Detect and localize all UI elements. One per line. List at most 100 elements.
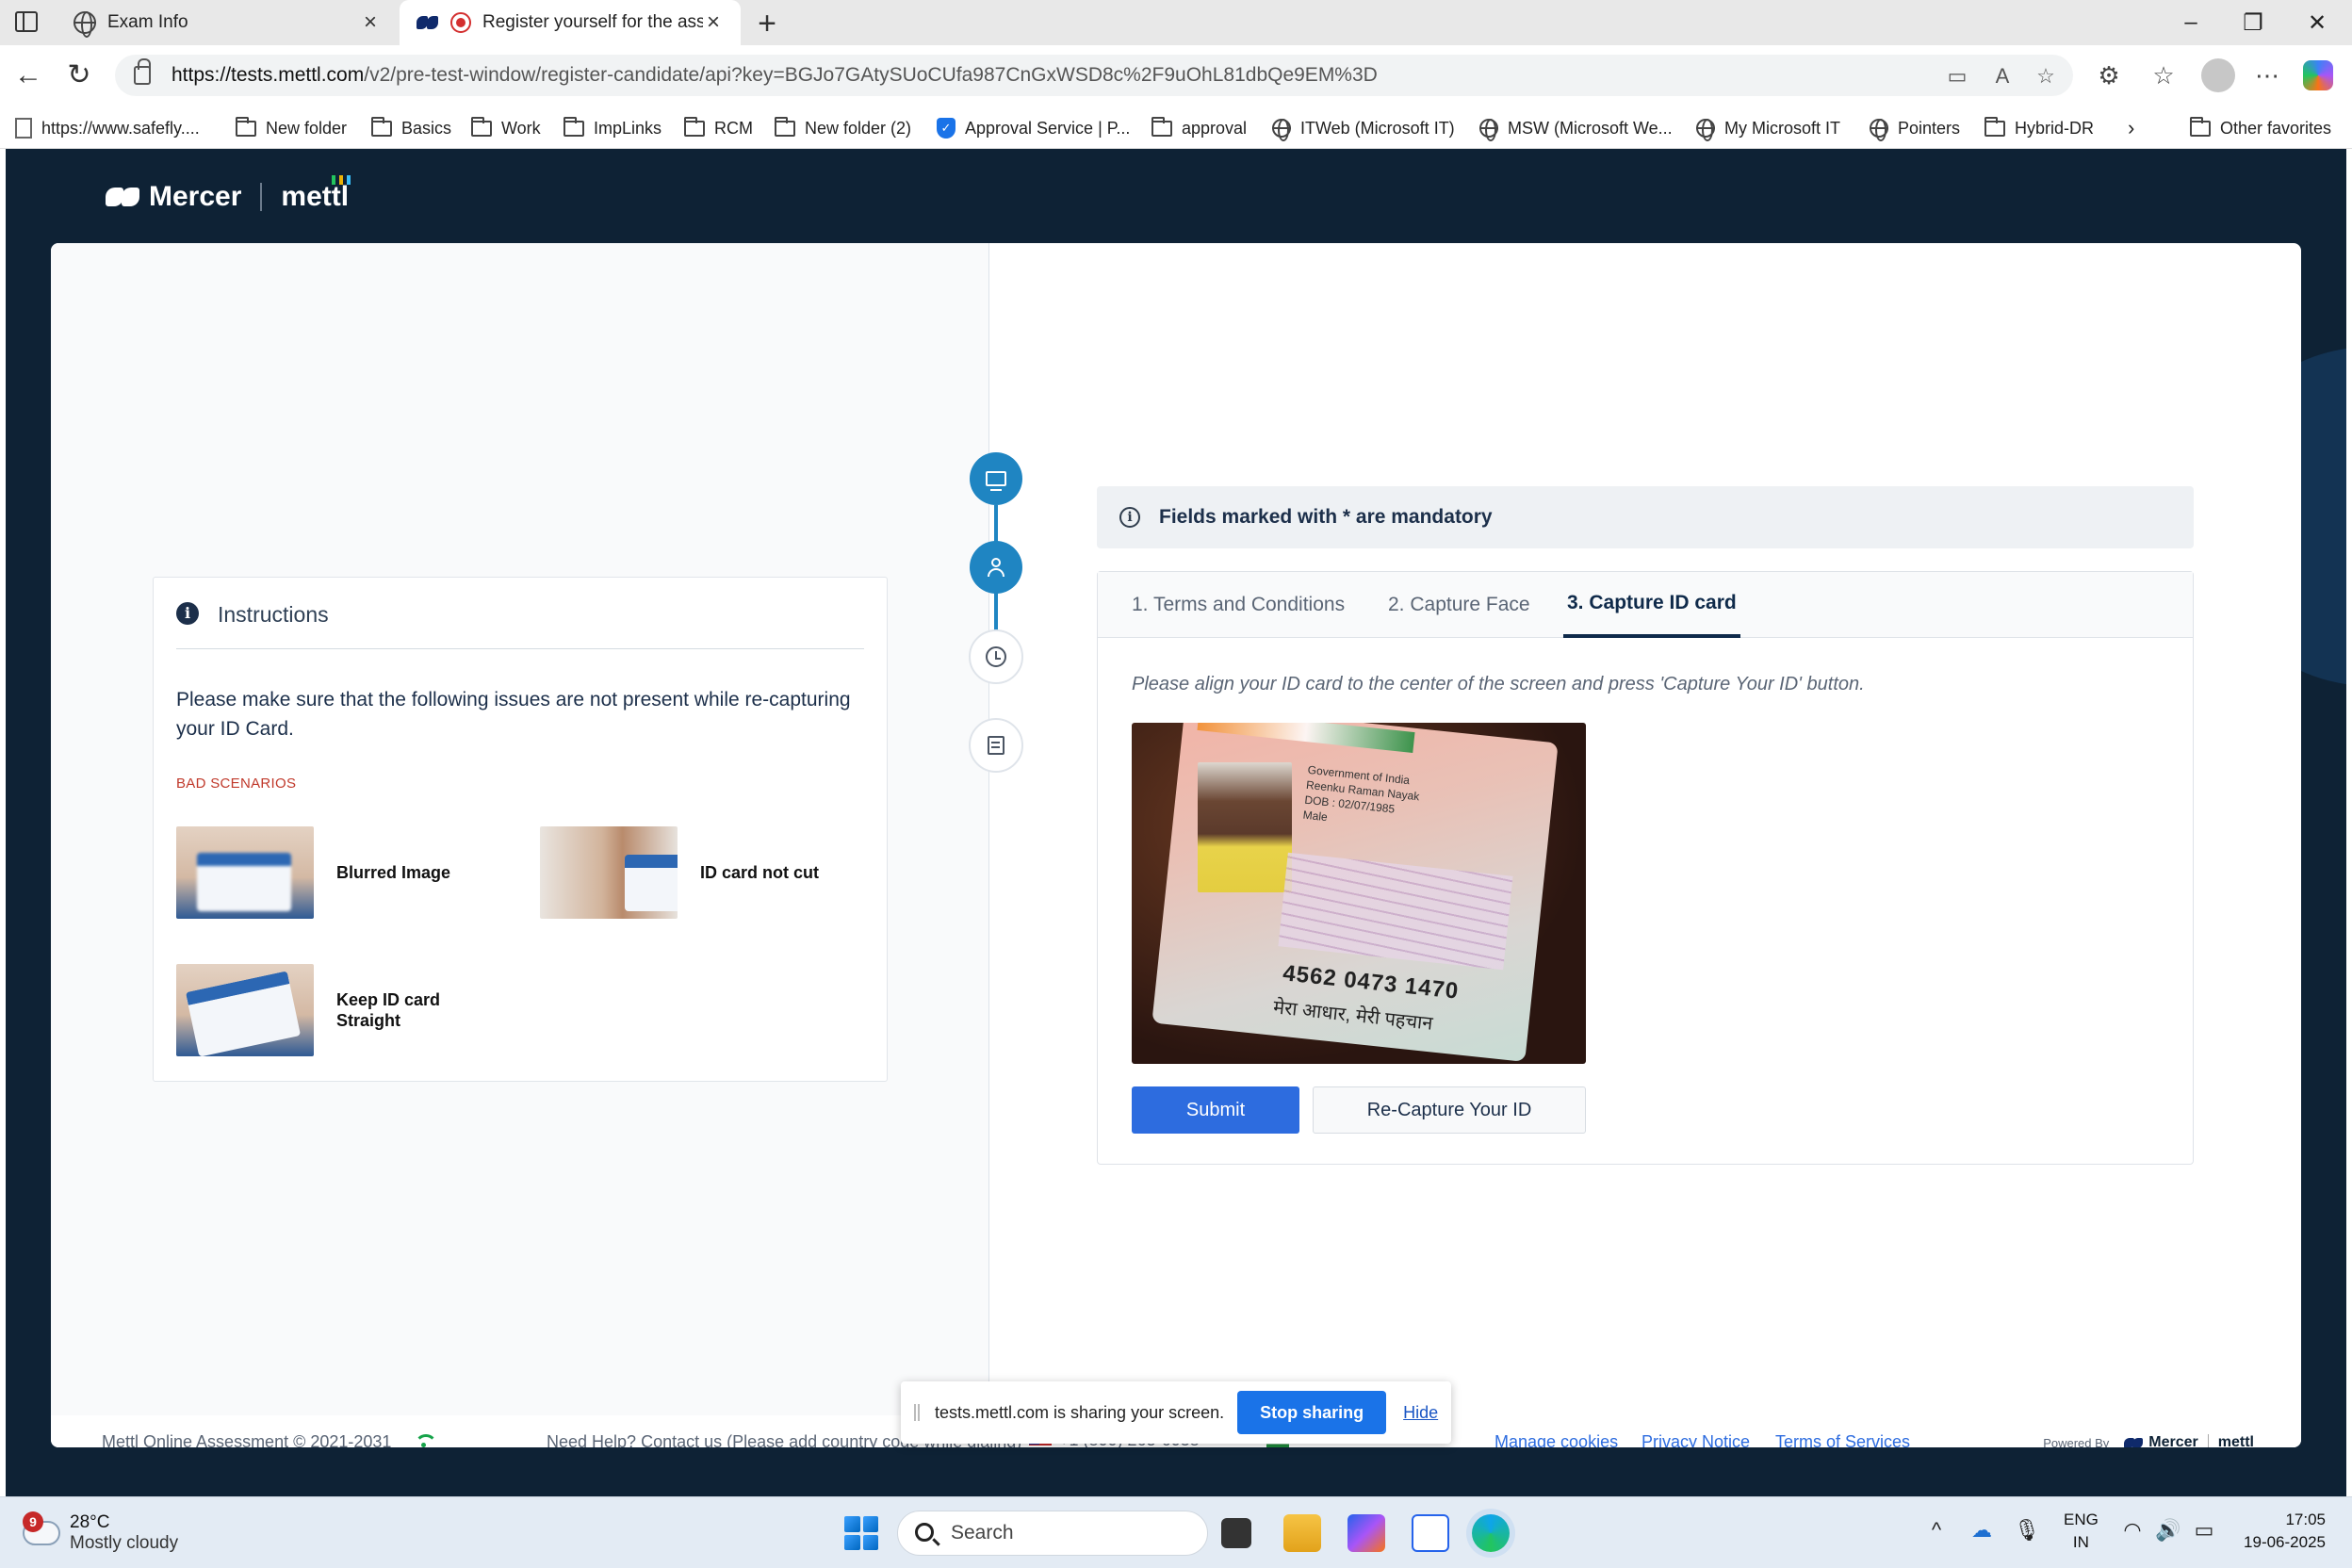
submit-button[interactable]: Submit (1132, 1086, 1299, 1134)
cut-id-image (540, 826, 678, 919)
stop-sharing-button[interactable]: Stop sharing (1237, 1391, 1387, 1434)
notification-badge: 9 (23, 1511, 43, 1532)
read-aloud-icon[interactable]: A (1990, 64, 2015, 89)
bookmark-item[interactable]: RCM (684, 115, 753, 141)
product-name: mettl (281, 175, 351, 212)
url-path: /v2/pre-test-window/register-candidate/a… (364, 64, 1378, 86)
search-placeholder: Search (951, 1522, 1014, 1544)
cloud-icon: 9 (23, 1511, 60, 1545)
bookmark-item[interactable]: New folder (2) (775, 115, 911, 141)
mercer-logo-icon (106, 188, 139, 206)
footer-copyright: Mettl Online Assessment © 2021-2031 (102, 1432, 392, 1447)
bookmarks-overflow-icon[interactable]: › (2128, 115, 2134, 141)
document-icon (988, 736, 1004, 755)
bad-scenarios-label: BAD SCENARIOS (176, 776, 297, 792)
favorites-icon[interactable]: ☆ (2147, 58, 2180, 92)
screen-sharing-bar: tests.mettl.com is sharing your screen. … (901, 1381, 1451, 1444)
bookmark-item[interactable]: MSW (Microsoft We... (1479, 115, 1673, 141)
tab-actions-icon[interactable] (15, 11, 38, 32)
battery-icon[interactable]: ▭ (2190, 1518, 2218, 1543)
bookmarks-bar: https://www.safefly.... New folder Basic… (0, 107, 2352, 149)
taskbar-search[interactable]: Search (897, 1511, 1208, 1556)
volume-icon[interactable]: 🔊 (2154, 1518, 2182, 1543)
divider (260, 183, 263, 211)
bookmark-item[interactable]: Other favorites (2190, 115, 2331, 141)
step-capture (970, 541, 1022, 594)
search-icon (915, 1523, 934, 1542)
back-button[interactable]: ← (11, 58, 45, 92)
windows-taskbar: 9 28°C Mostly cloudy Search ^ ☁ 🎙 ENG IN… (0, 1496, 2352, 1568)
scenario-straight: Keep ID card Straight (176, 964, 449, 1056)
show-hidden-icons[interactable]: ^ (1922, 1518, 1951, 1543)
microphone-icon[interactable]: 🎙 (2013, 1518, 2041, 1543)
new-tab-button[interactable]: + (750, 6, 784, 42)
tilted-id-image (176, 964, 314, 1056)
edge-browser-icon[interactable] (1472, 1514, 1510, 1552)
weather-temp: 28°C (70, 1512, 110, 1532)
tab-title: Exam Info (107, 12, 188, 32)
registration-tabs: 1. Terms and Conditions 2. Capture Face … (1098, 572, 2193, 638)
globe-icon (1272, 119, 1291, 141)
weather-widget[interactable]: 9 28°C Mostly cloudy (23, 1511, 178, 1554)
system-clock[interactable]: 17:05 19-06-2025 (2244, 1509, 2326, 1554)
restore-button[interactable]: ❐ (2222, 0, 2284, 45)
bookmark-item[interactable]: Work (471, 115, 541, 141)
close-tab-icon[interactable]: × (703, 11, 724, 34)
align-instruction: Please align your ID card to the center … (1132, 674, 1865, 694)
page: Mercer mettl i Instructions Please make … (6, 149, 2346, 1496)
manage-cookies-link[interactable]: Manage cookies (1494, 1432, 1618, 1447)
bookmark-item[interactable]: New folder (236, 115, 347, 141)
bookmark-item[interactable]: https://www.safefly.... (15, 115, 200, 141)
more-menu-icon[interactable]: ⋯ (2250, 58, 2284, 92)
tab-terms[interactable]: 1. Terms and Conditions (1128, 572, 1348, 638)
window-app-icon[interactable] (1412, 1514, 1449, 1552)
folder-icon (775, 116, 795, 137)
step-terms (970, 452, 1022, 505)
close-tab-icon[interactable]: × (360, 11, 381, 34)
tab-exam-info[interactable]: Exam Info × (57, 0, 398, 45)
lock-icon[interactable] (134, 58, 151, 85)
bookmark-item[interactable]: Hybrid-DR (1984, 115, 2094, 141)
blurred-id-image (176, 826, 314, 919)
bookmark-item[interactable]: Pointers (1870, 115, 1960, 141)
file-explorer-icon[interactable] (1283, 1514, 1321, 1552)
mandatory-note: i Fields marked with * are mandatory (1097, 486, 2194, 548)
tab-capture-id[interactable]: 3. Capture ID card (1563, 572, 1740, 638)
recording-icon (450, 12, 471, 33)
bookmark-item[interactable]: Basics (371, 115, 451, 141)
camera-icon[interactable]: ▭ (1945, 64, 1969, 89)
captured-id-image: Government of India Reenku Raman Nayak D… (1132, 723, 1586, 1064)
bookmark-item[interactable]: approval (1152, 115, 1247, 141)
bookmark-item[interactable]: ✓ Approval Service | P... (937, 115, 1130, 141)
close-window-button[interactable]: ✕ (2286, 0, 2348, 45)
minimize-button[interactable]: – (2160, 0, 2222, 45)
folder-icon (236, 116, 256, 137)
mercer-mettl-logo: Mercer mettl (106, 175, 351, 213)
step-test (969, 718, 1023, 773)
language-indicator[interactable]: ENG IN (2064, 1509, 2099, 1554)
hide-sharing-link[interactable]: Hide (1403, 1403, 1438, 1423)
copilot-icon[interactable] (2303, 60, 2333, 90)
onedrive-icon[interactable]: ☁ (1968, 1518, 1996, 1543)
sharing-text: tests.mettl.com is sharing your screen. (935, 1402, 1225, 1422)
bookmark-item[interactable]: ITWeb (Microsoft IT) (1272, 115, 1455, 141)
profile-avatar[interactable] (2201, 58, 2235, 92)
bookmark-item[interactable]: ImpLinks (564, 115, 662, 141)
recapture-id-button[interactable]: Re-Capture Your ID (1313, 1086, 1586, 1134)
globe-icon (1479, 119, 1498, 141)
bookmark-item[interactable]: My Microsoft IT (1696, 115, 1840, 141)
instructions-panel: i Instructions Please make sure that the… (153, 577, 888, 1082)
drag-handle-icon[interactable] (914, 1404, 920, 1421)
extensions-icon[interactable]: ⚙ (2092, 58, 2126, 92)
tab-capture-face[interactable]: 2. Capture Face (1384, 572, 1534, 638)
url-input[interactable]: https://tests.mettl.com/v2/pre-test-wind… (115, 55, 2073, 96)
task-view-icon[interactable] (1221, 1518, 1251, 1548)
refresh-button[interactable]: ↻ (62, 58, 96, 92)
terms-of-services-link[interactable]: Terms of Services (1775, 1432, 1910, 1447)
privacy-notice-link[interactable]: Privacy Notice (1642, 1432, 1750, 1447)
wifi-icon[interactable]: ◠ (2118, 1518, 2147, 1543)
microsoft-365-icon[interactable] (1348, 1514, 1385, 1552)
favorite-star-icon[interactable]: ☆ (2034, 64, 2058, 89)
start-button[interactable] (844, 1516, 878, 1550)
tab-register[interactable]: Register yourself for the asse × (400, 0, 741, 45)
